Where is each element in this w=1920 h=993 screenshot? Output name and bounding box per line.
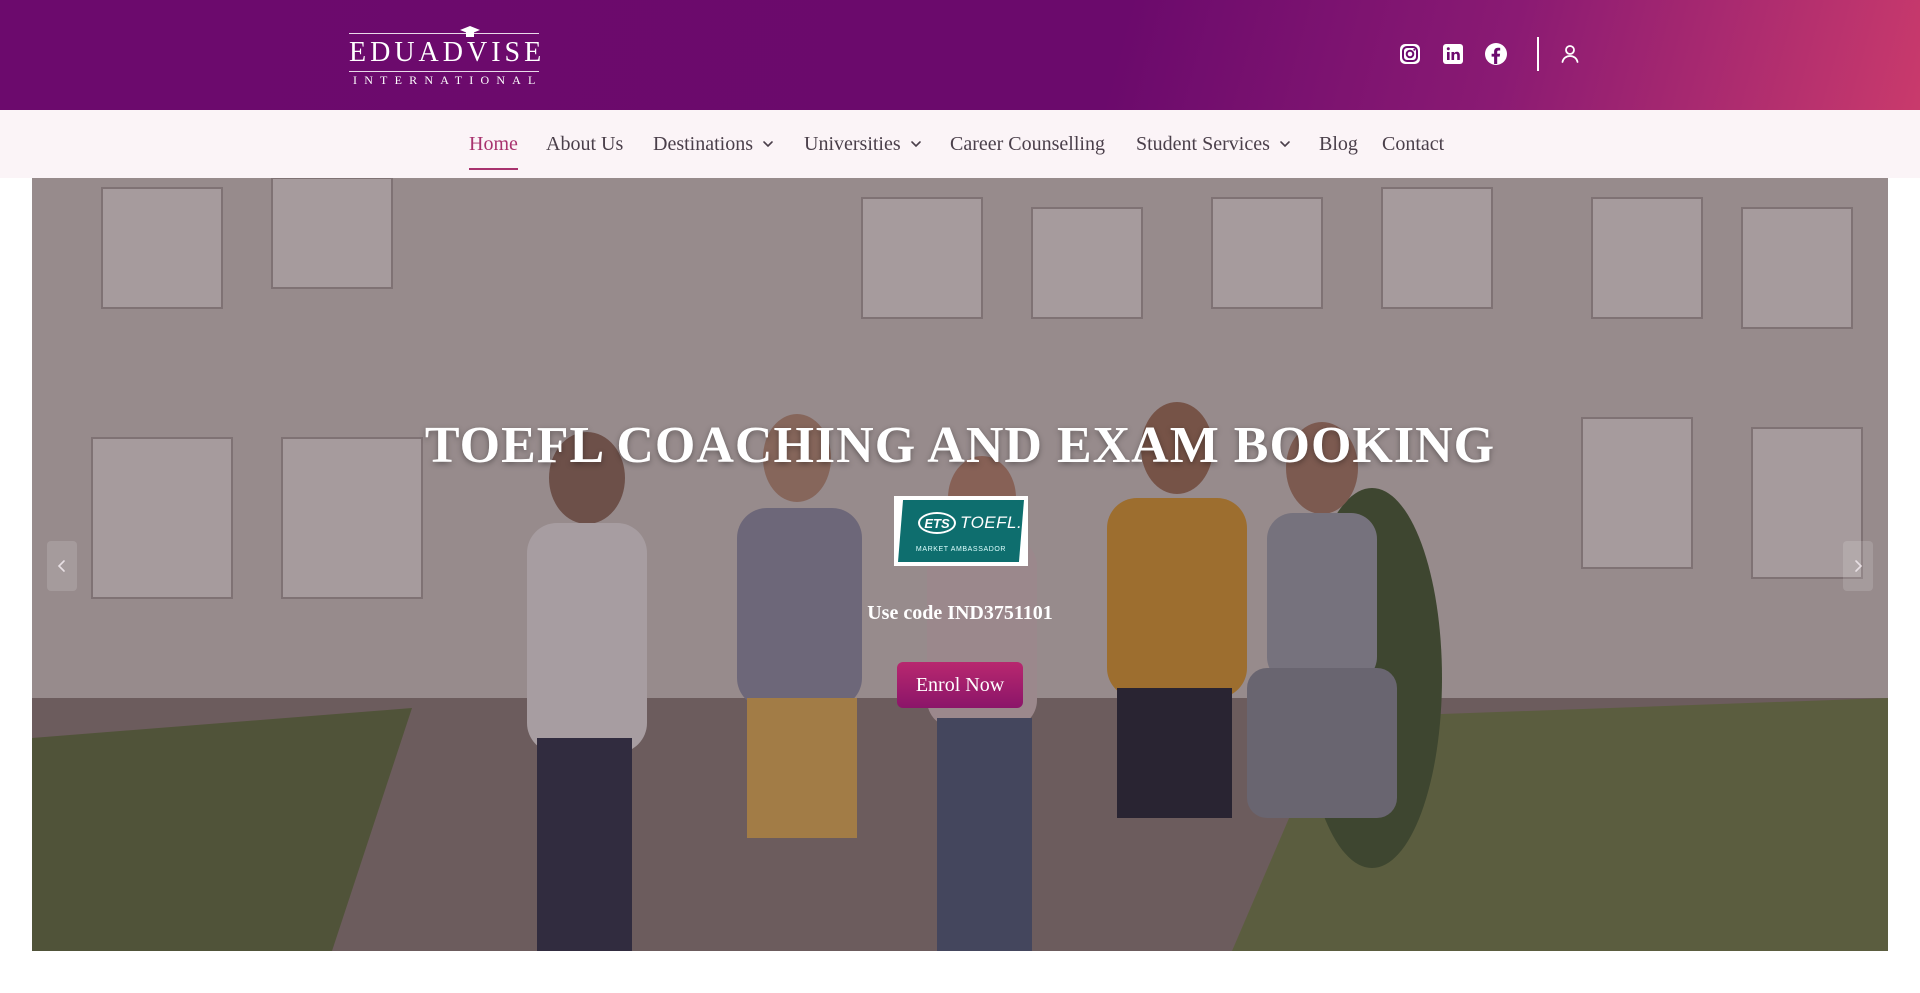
promo-code-text: Use code IND3751101 — [867, 602, 1053, 624]
logo-rule-bottom — [349, 71, 539, 72]
nav-item-label: Universities — [804, 132, 901, 155]
slider-prev-button[interactable] — [47, 541, 77, 591]
instagram-icon — [1400, 44, 1420, 64]
nav-item-label: Destinations — [653, 132, 753, 155]
hero-slider: TOEFL COACHING AND EXAM BOOKING ETS TOEF… — [32, 178, 1888, 951]
header-divider — [1537, 37, 1539, 71]
chevron-down-icon — [763, 141, 773, 148]
logo-sub-text: INTERNATIONAL — [353, 73, 543, 87]
nav-item-blog[interactable]: Blog — [1319, 110, 1358, 178]
toefl-ambassador-badge: ETS TOEFL. MARKET AMBASSADOR — [894, 496, 1028, 566]
user-icon — [1561, 45, 1579, 63]
chevron-right-icon — [1855, 560, 1863, 572]
linkedin-icon — [1443, 44, 1463, 64]
nav-item-label: Contact — [1382, 132, 1445, 155]
nav-item-student-services[interactable]: Student Services — [1136, 110, 1292, 178]
facebook-link[interactable] — [1484, 42, 1508, 66]
nav-item-label: Blog — [1319, 132, 1358, 155]
main-navigation: Home About Us Destinations Universities … — [0, 110, 1920, 178]
slider-next-button[interactable] — [1843, 541, 1873, 591]
logo-rule-top — [349, 33, 539, 34]
hero-title: TOEFL COACHING AND EXAM BOOKING — [424, 417, 1496, 474]
site-logo[interactable]: EDUADVISE INTERNATIONAL — [349, 26, 541, 86]
facebook-icon — [1485, 43, 1507, 65]
linkedin-link[interactable] — [1441, 42, 1465, 66]
badge-caption: MARKET AMBASSADOR — [915, 546, 1007, 553]
account-link[interactable] — [1558, 42, 1582, 66]
chevron-down-icon — [1280, 141, 1290, 148]
ets-logo: ETS — [918, 512, 956, 534]
badge-panel: ETS TOEFL. MARKET AMBASSADOR — [898, 500, 1024, 562]
toefl-wordmark: TOEFL. — [960, 513, 1023, 532]
top-header: EDUADVISE INTERNATIONAL — [0, 0, 1920, 110]
instagram-link[interactable] — [1398, 42, 1422, 66]
chevron-down-icon — [910, 141, 921, 148]
nav-item-career-counselling[interactable]: Career Counselling — [950, 110, 1105, 178]
enrol-now-button[interactable]: Enrol Now — [897, 662, 1023, 708]
nav-item-home[interactable]: Home — [469, 110, 518, 178]
nav-item-label: Home — [469, 132, 518, 155]
nav-item-destinations[interactable]: Destinations — [653, 110, 775, 178]
nav-item-label: Career Counselling — [950, 132, 1105, 155]
chevron-left-icon — [57, 560, 65, 572]
logo-brand-text: EDUADVISE — [349, 37, 546, 68]
nav-item-label: About Us — [546, 132, 624, 155]
nav-item-label: Student Services — [1136, 132, 1270, 155]
nav-item-universities[interactable]: Universities — [804, 110, 923, 178]
nav-item-about-us[interactable]: About Us — [546, 110, 623, 178]
nav-item-contact[interactable]: Contact — [1382, 110, 1444, 178]
